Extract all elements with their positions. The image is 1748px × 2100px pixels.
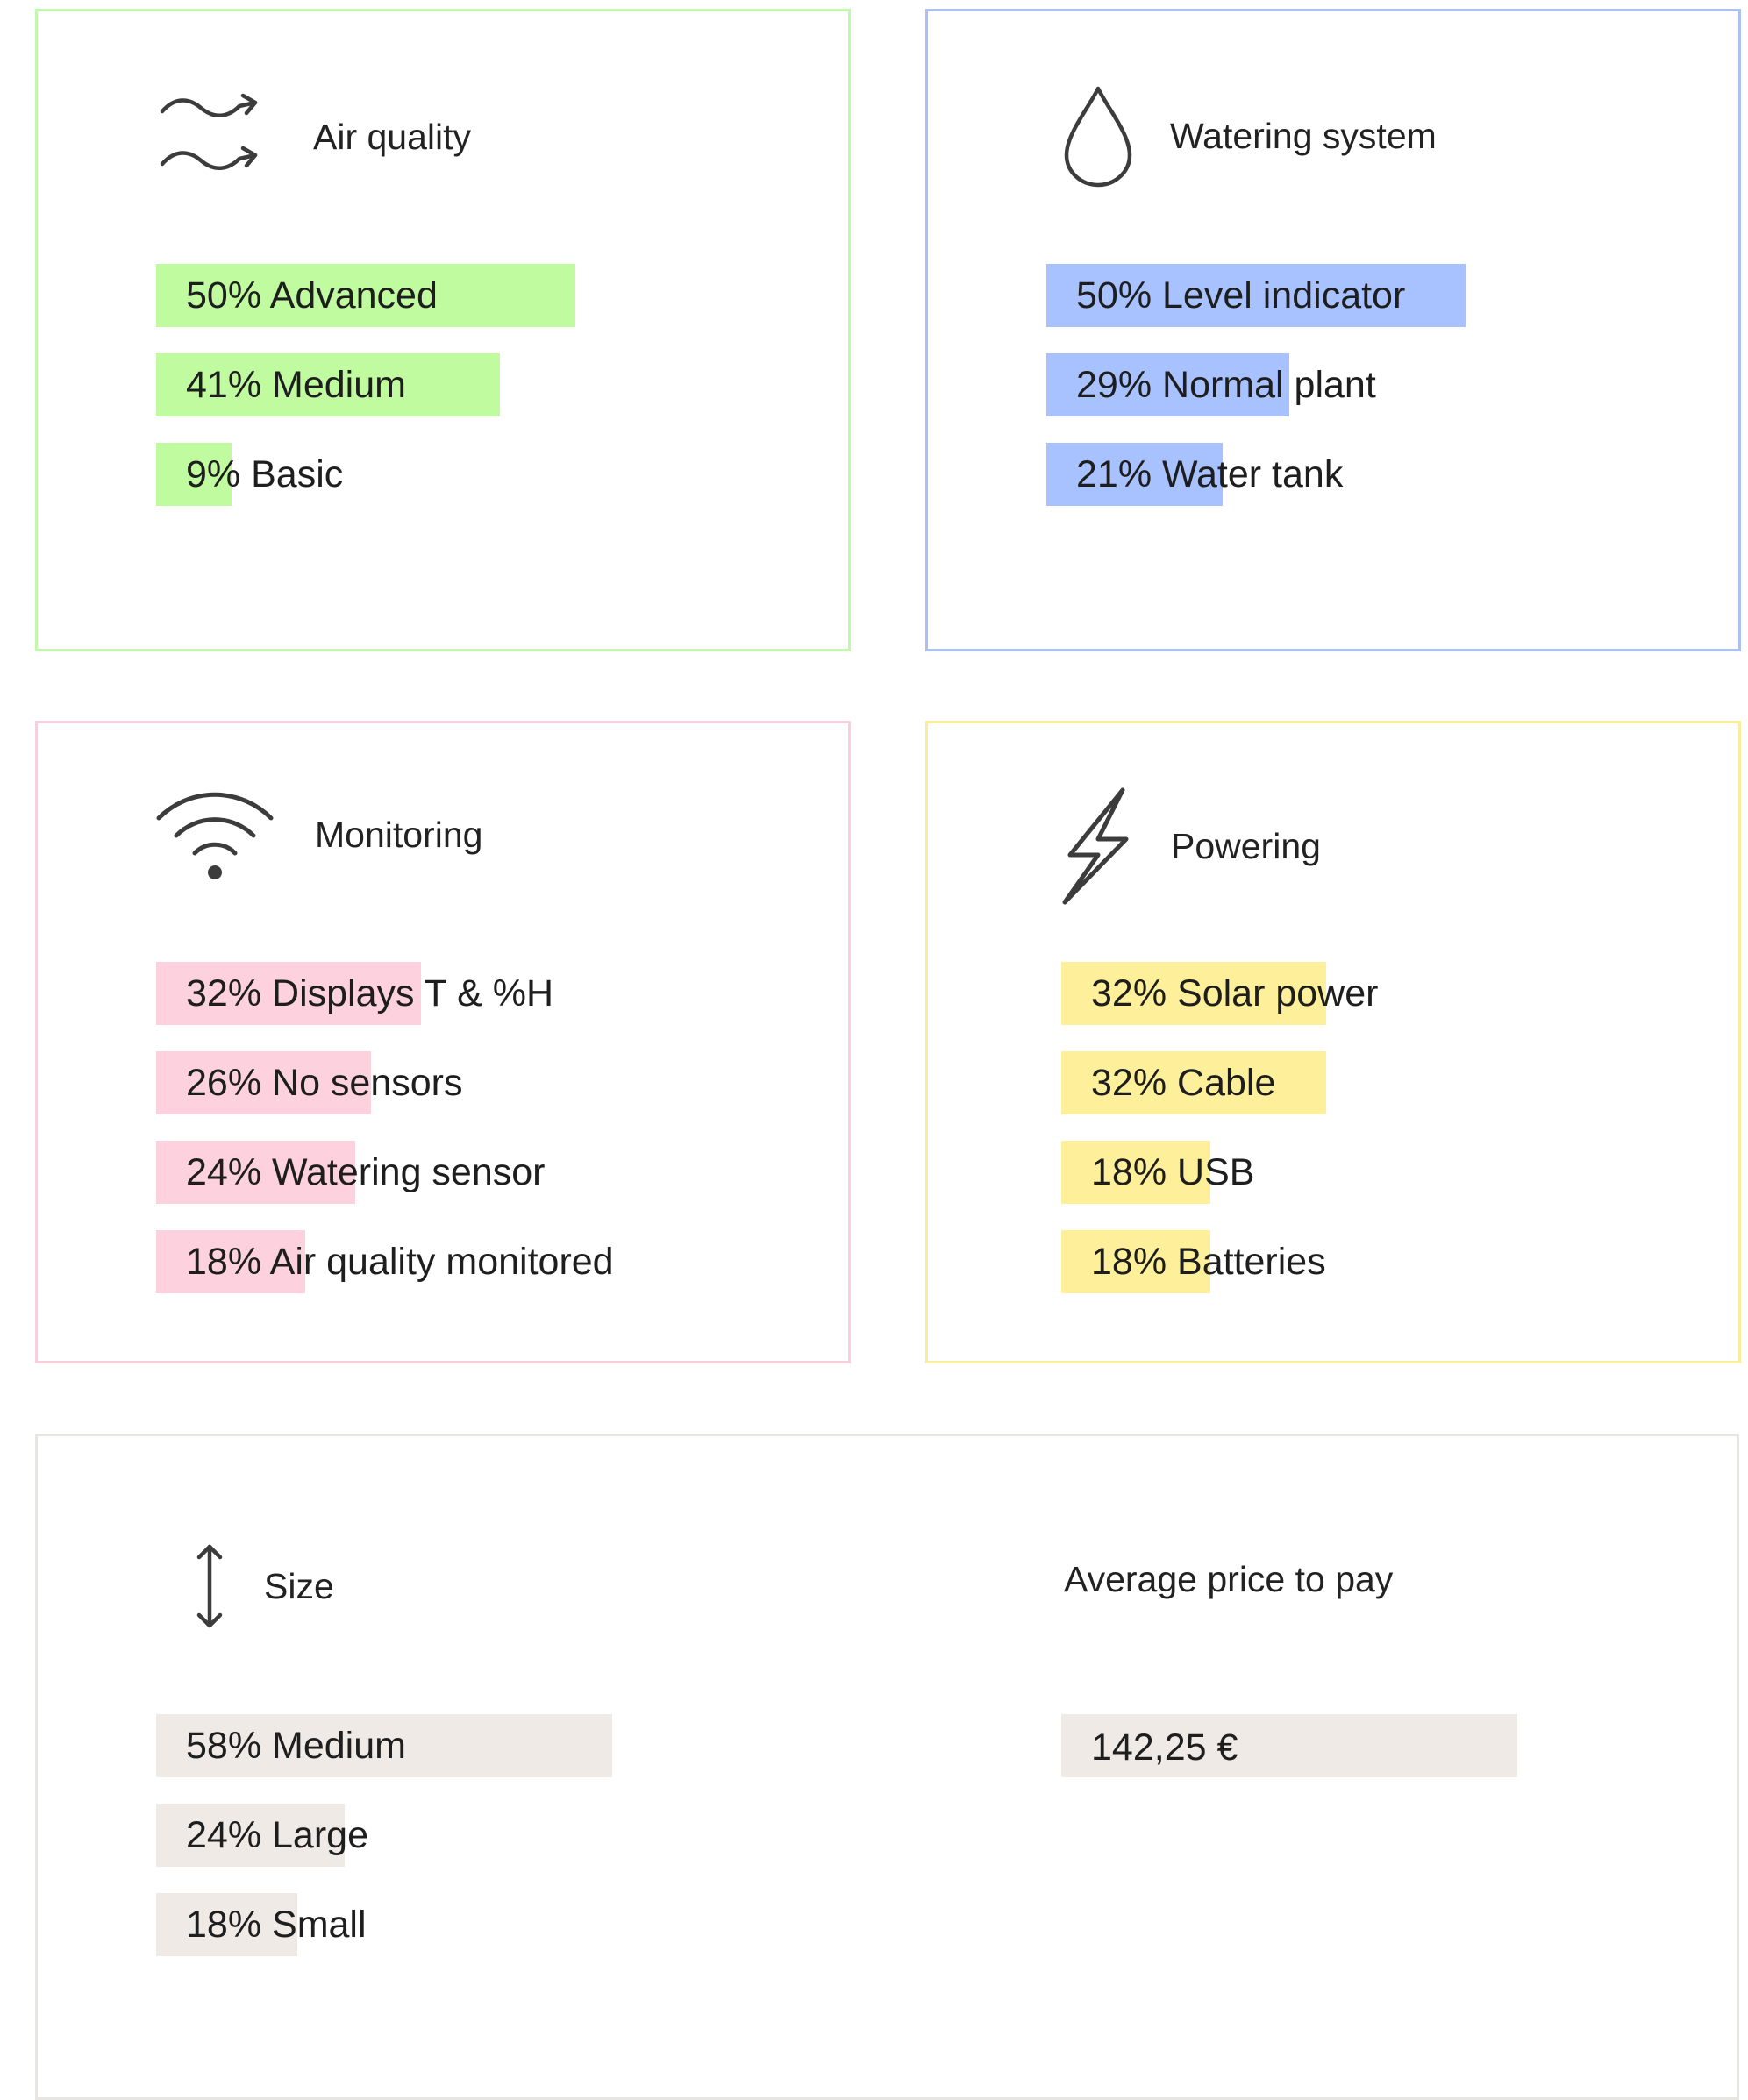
bar-label: 32% Cable <box>1091 1062 1276 1104</box>
bar-row: 29% Normal plant <box>1046 353 1678 416</box>
watering-system-card: Watering system 50% Level indicator 29% N… <box>925 9 1741 651</box>
lightning-icon <box>1060 787 1131 906</box>
bar-label: 18% Air quality monitored <box>186 1241 614 1283</box>
watering-system-header: Watering system <box>1061 83 1437 189</box>
bar-row: 32% Cable <box>1061 1051 1693 1114</box>
size-header: Size <box>194 1543 334 1629</box>
powering-title: Powering <box>1171 825 1321 866</box>
bar-row: 50% Advanced <box>156 264 788 327</box>
bar-row: 32% Displays T & %H <box>156 962 788 1025</box>
bar-row: 32% Solar power <box>1061 962 1693 1025</box>
bar-label: 50% Advanced <box>186 274 438 317</box>
bar-label: 41% Medium <box>186 364 406 406</box>
wifi-icon <box>154 787 275 883</box>
bar-label: 58% Medium <box>186 1725 406 1767</box>
bar-row: 18% Air quality monitored <box>156 1230 788 1293</box>
monitoring-header: Monitoring <box>154 787 482 883</box>
bar-label: 21% Water tank <box>1076 453 1344 495</box>
bar-row: 18% Small <box>156 1893 788 1956</box>
air-quality-card: Air quality 50% Advanced 41% Medium 9% Bas… <box>35 9 851 651</box>
bar-row: 58% Medium <box>156 1714 788 1777</box>
bar-label: 24% Watering sensor <box>186 1151 546 1193</box>
monitoring-title: Monitoring <box>315 814 483 855</box>
bar-label: 26% No sensors <box>186 1062 463 1104</box>
bar-label: 29% Normal plant <box>1076 364 1376 406</box>
air-quality-header: Air quality <box>159 89 471 185</box>
bar-row: 50% Level indicator <box>1046 264 1678 327</box>
bar-row: 24% Large <box>156 1804 788 1867</box>
bar-row: 21% Water tank <box>1046 443 1678 506</box>
air-waves-icon <box>159 89 260 185</box>
bar-label: 9% Basic <box>186 453 344 495</box>
price-value: 142,25 € <box>1091 1726 1238 1769</box>
bar-label: 24% Large <box>186 1814 368 1856</box>
bar-row: 18% Batteries <box>1061 1230 1693 1293</box>
bar-label: 50% Level indicator <box>1076 274 1406 317</box>
price-title: Average price to pay <box>1064 1559 1394 1599</box>
bar-label: 18% Batteries <box>1091 1241 1326 1283</box>
bar-row: 18% USB <box>1061 1141 1693 1204</box>
bar-row: 24% Watering sensor <box>156 1141 788 1204</box>
bar-label: 32% Displays T & %H <box>186 972 554 1014</box>
powering-card: Powering 32% Solar power 32% Cable 18% USB… <box>925 721 1741 1363</box>
price-box: 142,25 € <box>1061 1714 1517 1777</box>
powering-header: Powering <box>1060 787 1321 906</box>
bar-row: 26% No sensors <box>156 1051 788 1114</box>
bar-label: 18% USB <box>1091 1151 1255 1193</box>
monitoring-card: Monitoring 32% Displays T & %H 26% No sen… <box>35 721 851 1363</box>
bar-label: 32% Solar power <box>1091 972 1379 1014</box>
watering-system-title: Watering system <box>1170 115 1437 156</box>
vertical-arrows-icon <box>194 1543 225 1629</box>
size-card: Size Average price to pay 142,25 € 58% M… <box>35 1434 1739 2100</box>
air-quality-title: Air quality <box>313 116 472 157</box>
size-title: Size <box>264 1565 334 1606</box>
bar-label: 18% Small <box>186 1904 367 1946</box>
water-drop-icon <box>1061 83 1135 189</box>
bar-row: 9% Basic <box>156 443 788 506</box>
bar-row: 41% Medium <box>156 353 788 416</box>
